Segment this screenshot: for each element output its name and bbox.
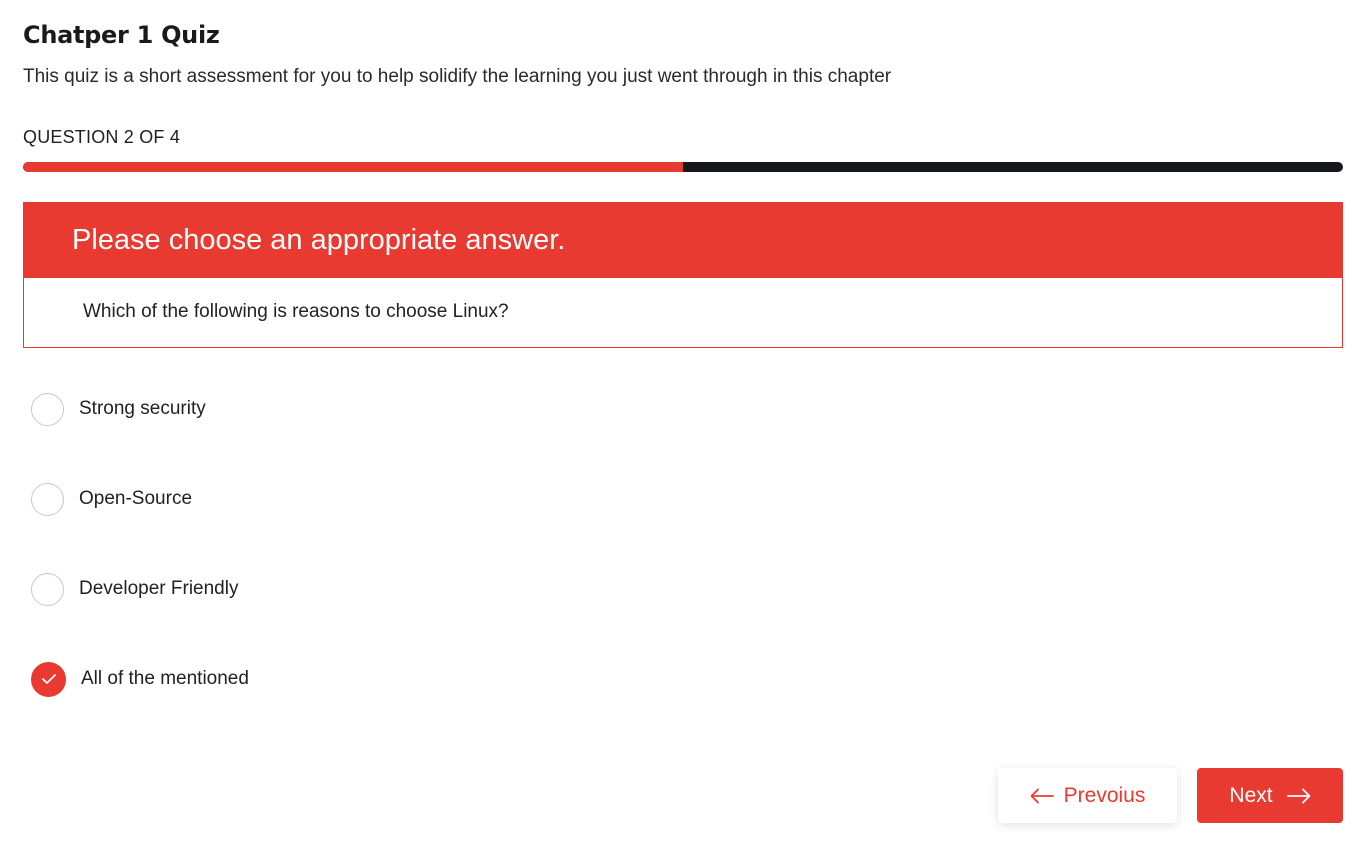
answer-option-label: Developer Friendly — [79, 578, 239, 599]
quiz-title: Chatper 1 Quiz — [23, 21, 220, 49]
next-button-label: Next — [1229, 783, 1273, 807]
answer-option-developer-friendly[interactable]: Developer Friendly — [31, 571, 249, 607]
question-instruction: Please choose an appropriate answer. — [72, 224, 566, 256]
answer-option-all-of-the-mentioned[interactable]: All of the mentioned — [31, 661, 249, 697]
answer-option-label: All of the mentioned — [81, 668, 249, 689]
question-header: Please choose an appropriate answer. — [23, 202, 1343, 278]
progress-bar-fill — [23, 162, 683, 172]
radio-button[interactable] — [31, 572, 64, 606]
arrow-right-icon — [1286, 788, 1311, 804]
answer-option-open-source[interactable]: Open-Source — [31, 481, 249, 517]
question-text: Which of the following is reasons to cho… — [83, 301, 509, 322]
arrow-left-icon — [1030, 788, 1054, 804]
question-counter: QUESTION 2 OF 4 — [23, 127, 181, 147]
answer-option-label: Open-Source — [79, 488, 193, 509]
question-card: Please choose an appropriate answer. Whi… — [23, 202, 1343, 348]
previous-button[interactable]: Prevoius — [998, 768, 1177, 823]
radio-button[interactable] — [31, 392, 64, 426]
answer-option-label: Strong security — [79, 398, 206, 419]
next-button[interactable]: Next — [1197, 768, 1343, 823]
answer-option-strong-security[interactable]: Strong security — [31, 391, 249, 427]
radio-button[interactable] — [31, 482, 64, 516]
progress-bar — [23, 162, 1343, 172]
checkmark-icon — [41, 674, 56, 684]
radio-button[interactable] — [31, 661, 66, 697]
previous-button-label: Prevoius — [1063, 783, 1146, 807]
quiz-page: Chatper 1 Quiz This quiz is a short asse… — [0, 0, 1368, 855]
quiz-description: This quiz is a short assessment for you … — [23, 66, 892, 87]
answer-options: Strong security Open-Source Developer Fr… — [31, 391, 249, 751]
